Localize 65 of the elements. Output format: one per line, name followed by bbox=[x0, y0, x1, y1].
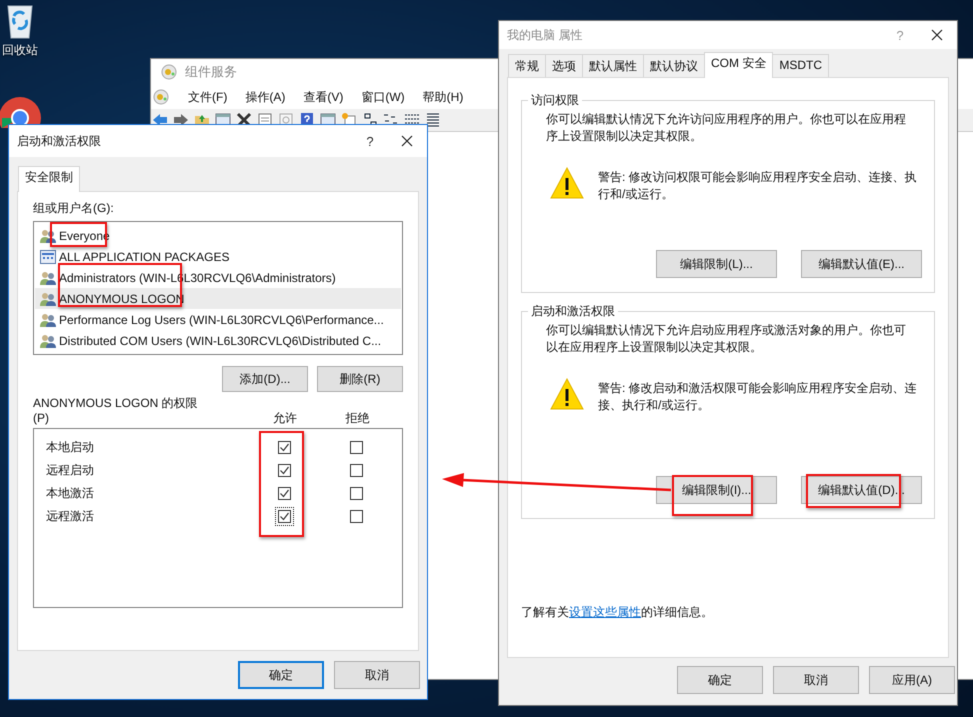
warning-text: 警告: 修改启动和激活权限可能会影响应用程序安全启动、连接、执行和/或运行。 bbox=[598, 380, 918, 414]
warning-icon bbox=[550, 167, 584, 199]
permission-name: 远程激活 bbox=[46, 509, 94, 523]
tab[interactable]: COM 安全 bbox=[704, 52, 774, 78]
warning-icon bbox=[550, 378, 584, 410]
description-text: 你可以编辑默认情况下允许启动应用程序或激活对象的用户。你也可以在应用程序上设置限制以决定其权限。 bbox=[546, 322, 907, 356]
access-key-label: (P) bbox=[33, 411, 50, 426]
checkmark-icon bbox=[278, 465, 290, 476]
users-icon bbox=[40, 312, 56, 326]
checkbox[interactable] bbox=[347, 438, 366, 457]
permissions-label: ANONYMOUS LOGON 的权限 bbox=[33, 396, 199, 411]
checkbox[interactable] bbox=[347, 484, 366, 503]
checkbox[interactable] bbox=[347, 461, 366, 480]
checkmark-icon bbox=[278, 442, 290, 453]
dialog-button[interactable]: 取消 bbox=[334, 661, 420, 689]
app-icon bbox=[161, 64, 177, 80]
dialog-button[interactable]: 应用(A) bbox=[869, 666, 955, 694]
menu-item[interactable]: 帮助(H) bbox=[414, 88, 472, 106]
checkbox[interactable] bbox=[274, 507, 294, 526]
help-button[interactable]: ? bbox=[355, 134, 385, 148]
users-icon bbox=[40, 292, 56, 306]
users-icon bbox=[40, 270, 56, 284]
list-button[interactable]: 添加(D)... bbox=[222, 366, 308, 392]
dialog-title: 我的电脑 属性 bbox=[507, 26, 584, 44]
edit-button[interactable]: 编辑默认值(E)... bbox=[801, 250, 922, 278]
permission-name: 本地启动 bbox=[46, 440, 94, 454]
dialog-button[interactable]: 确定 bbox=[238, 661, 324, 689]
dialog-button[interactable]: 取消 bbox=[773, 666, 859, 694]
group-title: 启动和激活权限 bbox=[530, 303, 616, 320]
user-item[interactable]: Distributed COM Users (WIN-L6L30RCVLQ6\Distributed C... bbox=[35, 330, 401, 351]
list-button[interactable]: 删除(R) bbox=[317, 366, 403, 392]
group-title: 访问权限 bbox=[530, 92, 580, 109]
app-packages-icon bbox=[40, 250, 56, 264]
settings-link[interactable]: 设置这些属性 bbox=[569, 605, 641, 619]
dialog-title: 启动和激活权限 bbox=[17, 132, 102, 150]
users-icon bbox=[40, 334, 56, 348]
menu-item[interactable]: 文件(F) bbox=[179, 88, 236, 106]
close-icon[interactable] bbox=[931, 29, 943, 41]
tab[interactable]: 常规 bbox=[508, 54, 546, 77]
checkbox[interactable] bbox=[347, 507, 366, 526]
edit-button[interactable]: 编辑限制(L)... bbox=[656, 250, 777, 278]
description-text: 你可以编辑默认情况下允许访问应用程序的用户。你也可以在应用程序上设置限制以决定其权限。 bbox=[546, 111, 907, 145]
permission-name: 远程启动 bbox=[46, 463, 94, 477]
checkmark-icon bbox=[278, 488, 290, 499]
users-icon bbox=[40, 228, 56, 242]
tab[interactable]: 安全限制 bbox=[18, 166, 80, 192]
edit-button[interactable]: 编辑限制(I)... bbox=[656, 476, 777, 504]
permission-name: 本地激活 bbox=[46, 486, 94, 500]
window-title: 组件服务 bbox=[185, 63, 237, 81]
desktop-icon-label[interactable]: 回收站 bbox=[0, 42, 38, 59]
column-header: 允许 bbox=[273, 411, 297, 425]
users-label: 组或用户名(G): bbox=[33, 200, 115, 217]
menu-item[interactable]: 窗口(W) bbox=[352, 88, 414, 106]
user-item[interactable]: ALL APPLICATION PACKAGES bbox=[35, 246, 401, 267]
user-item[interactable]: Performance Log Users (WIN-L6L30RCVLQ6\Performance... bbox=[35, 309, 401, 330]
column-header: 拒绝 bbox=[346, 411, 370, 425]
dialog-button[interactable]: 确定 bbox=[677, 666, 763, 694]
menu-item[interactable]: 操作(A) bbox=[236, 88, 294, 106]
info-text: 了解有关设置这些属性的详细信息。 bbox=[521, 604, 714, 621]
warning-text: 警告: 修改访问权限可能会影响应用程序安全启动、连接、执行和/或运行。 bbox=[598, 169, 918, 203]
checkmark-icon bbox=[278, 511, 290, 522]
close-icon[interactable] bbox=[401, 135, 413, 147]
menu-item[interactable]: 查看(V) bbox=[294, 88, 352, 106]
details-icon[interactable] bbox=[424, 111, 442, 129]
tab[interactable]: MSDTC bbox=[772, 54, 830, 77]
